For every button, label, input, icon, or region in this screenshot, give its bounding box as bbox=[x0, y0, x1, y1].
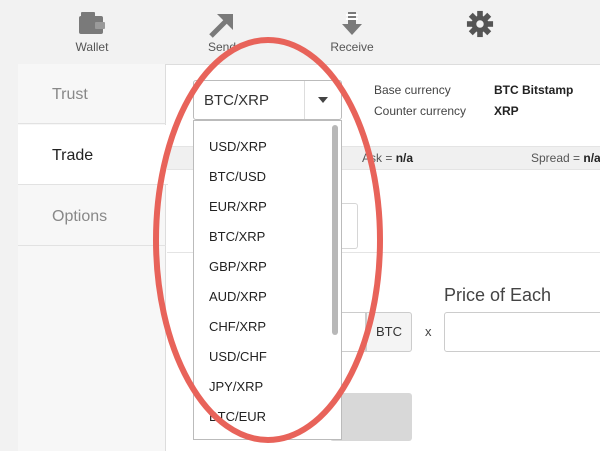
dropdown-option[interactable]: USD/XRP bbox=[209, 139, 267, 154]
dropdown-option[interactable]: JPY/XRP bbox=[209, 379, 263, 394]
counter-currency-label: Counter currency bbox=[374, 104, 467, 118]
wallet-icon bbox=[79, 12, 105, 34]
arrow-up-right-icon bbox=[209, 14, 233, 38]
price-of-each-label: Price of Each bbox=[444, 285, 552, 305]
counter-currency-value: XRP bbox=[494, 104, 519, 118]
sidebar-item-label: Options bbox=[52, 208, 108, 225]
gear-icon bbox=[466, 10, 494, 38]
dropdown-option[interactable]: EUR/XRP bbox=[209, 199, 267, 214]
submit-order-button[interactable] bbox=[330, 393, 412, 441]
sidebar-item-trust[interactable]: Trust bbox=[18, 64, 166, 124]
nav-wallet-label: Wallet bbox=[75, 40, 109, 54]
dropdown-option[interactable]: USD/CHF bbox=[209, 349, 267, 364]
sidebar-item-trade[interactable]: Trade bbox=[18, 125, 168, 185]
download-arrow-icon bbox=[342, 12, 362, 35]
nav-send-label: Send bbox=[207, 40, 237, 54]
sidebar-item-label: Trust bbox=[52, 86, 88, 103]
nav-send[interactable]: Send bbox=[182, 10, 262, 54]
spread-stat: Spread = n/a bbox=[531, 151, 600, 165]
sidebar: Trust Trade Options bbox=[18, 64, 168, 451]
dropdown-option[interactable]: AUD/XRP bbox=[209, 289, 267, 304]
dropdown-option[interactable]: CHF/XRP bbox=[209, 319, 266, 334]
dropdown-option[interactable]: BTC/USD bbox=[209, 169, 266, 184]
amount-currency-label: BTC bbox=[366, 312, 412, 352]
base-currency-value: BTC Bitstamp bbox=[494, 83, 574, 97]
dropdown-option[interactable]: GBP/XRP bbox=[209, 259, 267, 274]
base-currency-label: Base currency bbox=[374, 83, 451, 97]
nav-wallet[interactable]: Wallet bbox=[52, 10, 132, 54]
currency-pair-select[interactable]: BTC/XRP bbox=[193, 80, 342, 120]
dropdown-option[interactable]: BTC/EUR bbox=[209, 409, 266, 424]
selected-pair: BTC/XRP bbox=[204, 92, 270, 109]
select-divider bbox=[304, 81, 305, 119]
sidebar-item-options[interactable]: Options bbox=[18, 186, 166, 246]
chevron-down-icon bbox=[318, 97, 328, 103]
ask-stat: Ask = n/a bbox=[362, 151, 414, 165]
nav-receive[interactable]: Receive bbox=[312, 10, 392, 54]
dropdown-scrollbar[interactable] bbox=[332, 125, 338, 335]
dropdown-option[interactable]: BTC/XRP bbox=[209, 229, 265, 244]
sidebar-item-label: Trade bbox=[52, 147, 94, 164]
multiply-sign: x bbox=[425, 324, 432, 339]
currency-pair-dropdown[interactable]: USD/XRP BTC/USD EUR/XRP BTC/XRP GBP/XRP … bbox=[193, 120, 342, 440]
nav-receive-label: Receive bbox=[330, 40, 374, 54]
nav-options[interactable] bbox=[440, 10, 520, 40]
price-input[interactable] bbox=[444, 312, 600, 352]
top-nav: Wallet Send Receive bbox=[0, 0, 600, 64]
